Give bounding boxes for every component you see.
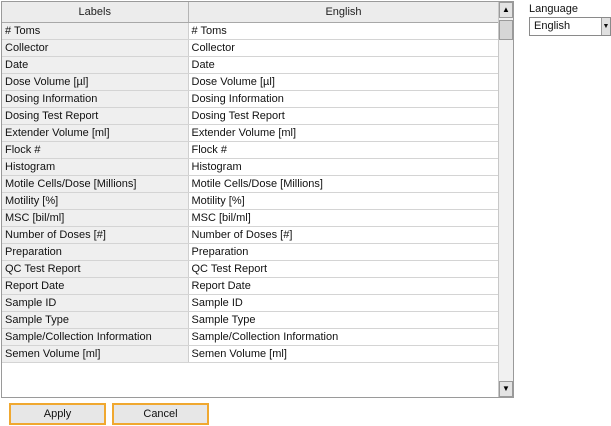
translation-cell[interactable]: Dosing Information <box>188 90 500 108</box>
vertical-scrollbar[interactable]: ▲ ▼ <box>498 2 513 397</box>
table-header-row: Labels English <box>2 2 500 23</box>
dropdown-arrow-icon[interactable]: ▼ <box>601 18 610 35</box>
table-row[interactable]: Preparation Preparation <box>2 243 500 261</box>
translation-cell[interactable]: Date <box>188 56 500 74</box>
table-row[interactable]: Sample ID Sample ID <box>2 294 500 312</box>
translation-cell[interactable]: QC Test Report <box>188 260 500 278</box>
label-cell: Histogram <box>2 158 189 176</box>
translation-cell[interactable]: Motile Cells/Dose [Millions] <box>188 175 500 193</box>
translation-cell[interactable]: Number of Doses [#] <box>188 226 500 244</box>
translation-table: Labels English # Toms # Toms Collector Coll… <box>2 2 500 363</box>
table-row[interactable]: Dosing Test Report Dosing Test Report <box>2 107 500 125</box>
table-row[interactable]: Number of Doses [#] Number of Doses [#] <box>2 226 500 244</box>
language-selected-value: English <box>534 20 571 32</box>
translation-cell[interactable]: Histogram <box>188 158 500 176</box>
table-row[interactable]: Histogram Histogram <box>2 158 500 176</box>
label-cell: MSC [bil/ml] <box>2 209 189 227</box>
translation-cell[interactable]: MSC [bil/ml] <box>188 209 500 227</box>
label-cell: Report Date <box>2 277 189 295</box>
label-cell: Dosing Test Report <box>2 107 189 125</box>
table-row[interactable]: Sample Type Sample Type <box>2 311 500 329</box>
cancel-button[interactable]: Cancel <box>112 403 209 425</box>
translation-cell[interactable]: Extender Volume [ml] <box>188 124 500 142</box>
label-cell: Number of Doses [#] <box>2 226 189 244</box>
translation-cell[interactable]: Flock # <box>188 141 500 159</box>
translation-cell[interactable]: # Toms <box>188 22 500 40</box>
translation-cell[interactable]: Sample/Collection Information <box>188 328 500 346</box>
scrollbar-thumb[interactable] <box>499 20 513 40</box>
label-cell: Dosing Information <box>2 90 189 108</box>
translation-cell[interactable]: Sample ID <box>188 294 500 312</box>
label-cell: # Toms <box>2 22 189 40</box>
translation-cell[interactable]: Preparation <box>188 243 500 261</box>
translation-cell[interactable]: Semen Volume [ml] <box>188 345 500 363</box>
table-row[interactable]: Collector Collector <box>2 39 500 57</box>
label-cell: Date <box>2 56 189 74</box>
scroll-up-arrow-icon[interactable]: ▲ <box>499 2 513 18</box>
label-cell: Sample/Collection Information <box>2 328 189 346</box>
table-row[interactable]: Flock # Flock # <box>2 141 500 159</box>
table-row[interactable]: Motility [%] Motility [%] <box>2 192 500 210</box>
table-row[interactable]: Motile Cells/Dose [Millions] Motile Cells… <box>2 175 500 193</box>
table-body: # Toms # Toms Collector Collector Date Date Do… <box>2 22 500 363</box>
label-cell: QC Test Report <box>2 260 189 278</box>
label-cell: Motile Cells/Dose [Millions] <box>2 175 189 193</box>
column-header-english[interactable]: English <box>188 2 500 23</box>
translation-cell[interactable]: Motility [%] <box>188 192 500 210</box>
label-cell: Preparation <box>2 243 189 261</box>
scroll-down-arrow-icon[interactable]: ▼ <box>499 381 513 397</box>
language-select[interactable]: English ▼ <box>529 17 611 36</box>
translation-cell[interactable]: Dosing Test Report <box>188 107 500 125</box>
translation-grid: Labels English # Toms # Toms Collector Coll… <box>1 1 514 398</box>
table-row[interactable]: Date Date <box>2 56 500 74</box>
translation-cell[interactable]: Dose Volume [µl] <box>188 73 500 91</box>
table-row[interactable]: MSC [bil/ml] MSC [bil/ml] <box>2 209 500 227</box>
apply-button[interactable]: Apply <box>9 403 106 425</box>
label-cell: Dose Volume [µl] <box>2 73 189 91</box>
table-row[interactable]: Dosing Information Dosing Information <box>2 90 500 108</box>
table-row[interactable]: # Toms # Toms <box>2 22 500 40</box>
label-cell: Motility [%] <box>2 192 189 210</box>
translation-cell[interactable]: Collector <box>188 39 500 57</box>
translation-cell[interactable]: Sample Type <box>188 311 500 329</box>
label-cell: Extender Volume [ml] <box>2 124 189 142</box>
table-row[interactable]: Report Date Report Date <box>2 277 500 295</box>
label-cell: Flock # <box>2 141 189 159</box>
table-row[interactable]: Semen Volume [ml] Semen Volume [ml] <box>2 345 500 363</box>
label-cell: Semen Volume [ml] <box>2 345 189 363</box>
table-row[interactable]: Extender Volume [ml] Extender Volume [ml] <box>2 124 500 142</box>
label-cell: Collector <box>2 39 189 57</box>
column-header-labels[interactable]: Labels <box>2 2 189 23</box>
label-cell: Sample Type <box>2 311 189 329</box>
table-row[interactable]: Sample/Collection Information Sample/Coll… <box>2 328 500 346</box>
language-label: Language <box>529 3 578 15</box>
translation-cell[interactable]: Report Date <box>188 277 500 295</box>
table-row[interactable]: QC Test Report QC Test Report <box>2 260 500 278</box>
table-row[interactable]: Dose Volume [µl] Dose Volume [µl] <box>2 73 500 91</box>
label-cell: Sample ID <box>2 294 189 312</box>
